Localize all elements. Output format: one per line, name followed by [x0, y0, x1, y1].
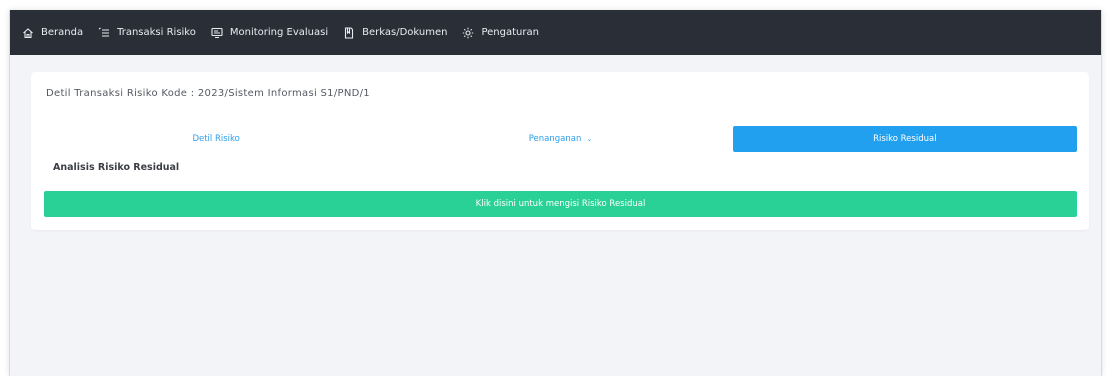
document-icon	[345, 26, 354, 39]
nav-item-transaksi-risiko[interactable]: Transaksi Risiko	[98, 27, 196, 39]
app-window: Beranda Transaksi Risiko Monitoring Eval…	[9, 10, 1102, 376]
top-navbar: Beranda Transaksi Risiko Monitoring Eval…	[10, 10, 1101, 55]
monitor-icon	[211, 27, 223, 38]
detail-tabs: Detil Risiko Penanganan ⌄ Risiko Residua…	[44, 126, 1077, 152]
tab-penanganan[interactable]: Penanganan ⌄	[388, 126, 732, 152]
tab-label-risiko-residual: Risiko Residual	[873, 134, 937, 144]
nav-label-pengaturan: Pengaturan	[481, 27, 539, 38]
fill-residual-risk-button[interactable]: Klik disini untuk mengisi Risiko Residua…	[44, 191, 1077, 217]
nav-item-berkas-dokumen[interactable]: Berkas/Dokumen	[343, 26, 448, 39]
transaction-detail-card: Detil Transaksi Risiko Kode : 2023/Siste…	[31, 72, 1089, 230]
nav-item-beranda[interactable]: Beranda	[22, 27, 83, 39]
tab-label-penanganan: Penanganan	[528, 134, 582, 144]
tab-risiko-residual[interactable]: Risiko Residual	[732, 126, 1077, 152]
section-title: Analisis Risiko Residual	[53, 162, 180, 173]
card-title: Detil Transaksi Risiko Kode : 2023/Siste…	[46, 88, 370, 99]
nav-label-beranda: Beranda	[41, 27, 84, 38]
nav-item-monitoring-evaluasi[interactable]: Monitoring Evaluasi	[211, 27, 328, 39]
nav-item-pengaturan[interactable]: Pengaturan	[462, 27, 539, 39]
tab-label-detil-risiko: Detil Risiko	[192, 134, 240, 144]
tab-detil-risiko[interactable]: Detil Risiko	[44, 126, 388, 152]
chevron-down-icon: ⌄	[586, 135, 593, 143]
list-icon	[98, 27, 110, 37]
nav-label-transaksi-risiko: Transaksi Risiko	[117, 27, 196, 38]
nav-label-berkas-dokumen: Berkas/Dokumen	[362, 27, 448, 38]
gear-icon	[463, 27, 474, 38]
home-icon	[23, 27, 33, 38]
nav-label-monitoring-evaluasi: Monitoring Evaluasi	[229, 27, 329, 38]
